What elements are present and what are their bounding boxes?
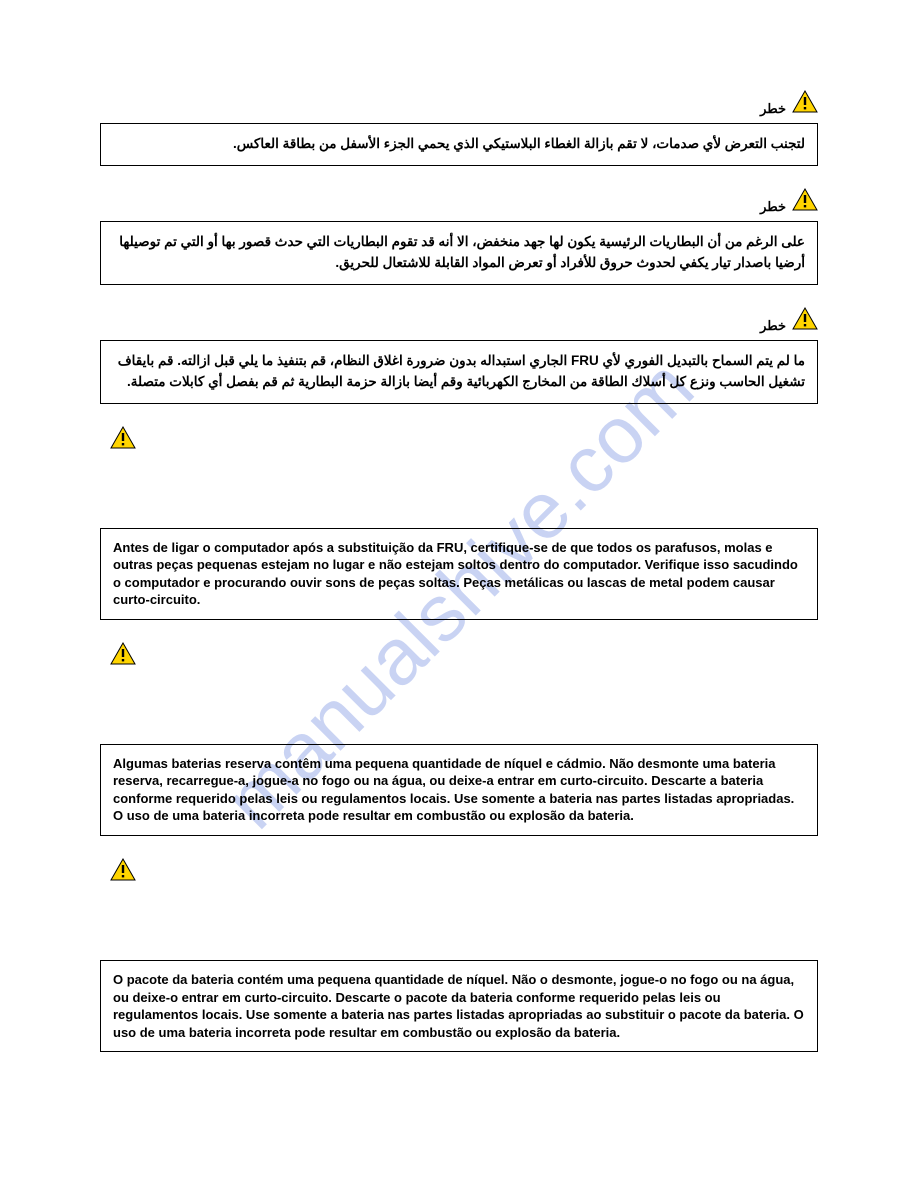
danger-header-2: خطر — [100, 188, 818, 215]
warning-icon-only-2 — [110, 642, 818, 674]
warning-icon — [110, 642, 136, 665]
danger-label-1: خطر — [760, 101, 786, 117]
warning-text-4: Antes de ligar o computador após a subst… — [113, 540, 798, 608]
warning-box-4: Antes de ligar o computador após a subst… — [100, 528, 818, 620]
warning-text-1: لتجنب التعرض لأي صدمات، لا تقم بازالة ال… — [233, 136, 805, 151]
warning-icon-only-3 — [110, 858, 818, 890]
warning-box-5: Algumas baterias reserva contêm uma pequ… — [100, 744, 818, 836]
warning-text-3: ما لم يتم السماح بالتبديل الفوري لأي FRU… — [118, 353, 805, 389]
warning-text-5: Algumas baterias reserva contêm uma pequ… — [113, 756, 794, 824]
danger-header-3: خطر — [100, 307, 818, 334]
warning-icon — [792, 90, 818, 113]
warning-box-6: O pacote da bateria contém uma pequena q… — [100, 960, 818, 1052]
danger-label-2: خطر — [760, 199, 786, 215]
warning-text-2: على الرغم من أن البطاريات الرئيسية يكون … — [119, 234, 805, 270]
warning-box-3: ما لم يتم السماح بالتبديل الفوري لأي FRU… — [100, 340, 818, 404]
danger-label-3: خطر — [760, 318, 786, 334]
warning-icon — [110, 426, 136, 449]
warning-text-6: O pacote da bateria contém uma pequena q… — [113, 972, 804, 1040]
warning-icon — [110, 858, 136, 881]
warning-icon-only-1 — [110, 426, 818, 458]
warning-box-2: على الرغم من أن البطاريات الرئيسية يكون … — [100, 221, 818, 285]
page-content: خطر لتجنب التعرض لأي صدمات، لا تقم بازال… — [100, 90, 818, 1052]
warning-icon — [792, 307, 818, 330]
danger-header-1: خطر — [100, 90, 818, 117]
warning-icon — [792, 188, 818, 211]
warning-box-1: لتجنب التعرض لأي صدمات، لا تقم بازالة ال… — [100, 123, 818, 166]
